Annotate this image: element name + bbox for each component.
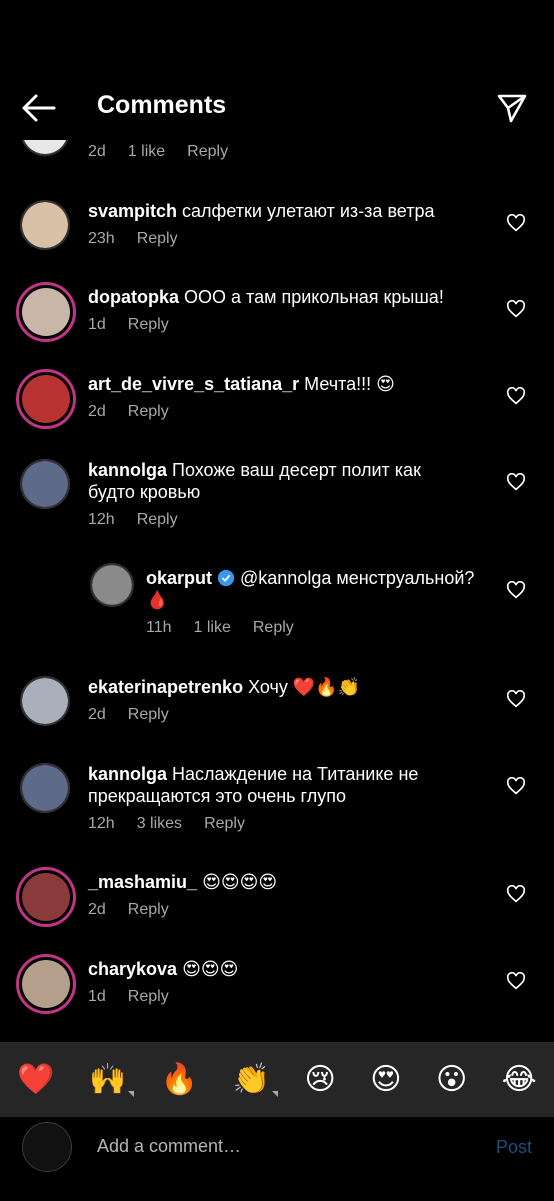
like-heart-icon[interactable]	[506, 690, 526, 708]
comment-username[interactable]: kannolga	[88, 460, 167, 480]
verified-badge-icon	[217, 569, 235, 587]
comment-meta: 2d Reply	[88, 901, 169, 919]
comment-text: _mashamiu_ 😍😍😍😍	[88, 871, 488, 893]
comment-time: 11h	[146, 619, 172, 636]
reply-button[interactable]: Reply	[128, 901, 169, 919]
comment-meta: 12h Reply	[88, 511, 178, 529]
comment-username[interactable]: charykova	[88, 959, 177, 979]
reply-button[interactable]: Reply	[137, 511, 178, 529]
comment-body: 😍😍😍😍	[202, 872, 278, 892]
reaction-fire[interactable]: 🔥	[161, 1062, 198, 1097]
comment-time: 1d	[88, 988, 106, 1005]
comment-time: 12h	[88, 511, 115, 528]
comment-body: Мечта!!! 😍	[304, 374, 395, 394]
comment-time: 2d	[88, 403, 106, 420]
comment-time: 2d	[88, 143, 106, 160]
avatar[interactable]	[20, 459, 70, 509]
reaction-laughing[interactable]: 😂	[502, 1062, 537, 1097]
reaction-surprised[interactable]: 😮	[436, 1062, 467, 1097]
reply-button[interactable]: Reply	[187, 143, 228, 161]
comment-text: charykova 😍😍😍	[88, 958, 488, 980]
like-heart-icon[interactable]	[506, 387, 526, 405]
comment-username[interactable]: svampitch	[88, 201, 177, 221]
reply-button[interactable]: Reply	[128, 403, 169, 421]
comment-composer: Add a comment… Post	[0, 1116, 554, 1201]
comments-list[interactable]: 2d 1 like Reply svampitch салфетки улетаю…	[0, 128, 554, 1042]
reply-button[interactable]: Reply	[253, 619, 294, 637]
comment-meta: 1d Reply	[88, 316, 169, 334]
comment-meta: 2d 1 like Reply	[88, 143, 228, 161]
comment-text: ekaterinapetrenko Хочу ❤️🔥👏	[88, 676, 488, 698]
reply-button[interactable]: Reply	[128, 988, 169, 1006]
comment-text: svampitch салфетки улетают из-за ветра	[88, 200, 488, 222]
comment-username[interactable]: dopatopka	[88, 287, 179, 307]
like-heart-icon[interactable]	[506, 214, 526, 232]
comment-username[interactable]: kannolga	[88, 764, 167, 784]
avatar[interactable]	[16, 954, 76, 1014]
comment-text: dopatopka ООО а там прикольная крыша!	[88, 286, 488, 308]
comment-time: 23h	[88, 230, 115, 247]
comment-meta: 2d Reply	[88, 706, 169, 724]
comment-body: 😍😍😍	[182, 959, 239, 979]
comment-username[interactable]: okarput	[146, 568, 212, 588]
comment-meta: 2d Reply	[88, 403, 169, 421]
comment-meta: 1d Reply	[88, 988, 169, 1006]
avatar[interactable]	[20, 200, 70, 250]
comment-body: Хочу ❤️🔥👏	[248, 677, 361, 697]
reply-button[interactable]: Reply	[128, 706, 169, 724]
like-heart-icon[interactable]	[506, 972, 526, 990]
reply-button[interactable]: Reply	[137, 230, 178, 248]
like-heart-icon[interactable]	[506, 885, 526, 903]
post-button[interactable]: Post	[496, 1137, 532, 1158]
reaction-raised-hands[interactable]: 🙌	[89, 1062, 135, 1097]
comment-time: 12h	[88, 815, 115, 832]
reply-button[interactable]: Reply	[204, 815, 245, 833]
quick-reactions-bar: ❤️ 🙌 🔥 👏 😢 😍 😮 😂	[0, 1042, 554, 1116]
send-icon[interactable]	[496, 92, 528, 124]
comment-likes[interactable]: 3 likes	[137, 815, 182, 833]
comment-text: kannolga Похоже ваш десерт полит как будт…	[88, 459, 468, 503]
comment-likes[interactable]: 1 like	[194, 619, 231, 637]
page-title: Comments	[97, 91, 227, 119]
avatar[interactable]	[20, 676, 70, 726]
comment-likes[interactable]: 1 like	[128, 143, 165, 161]
comment-time: 2d	[88, 901, 106, 918]
comment-text: kannolga Наслаждение на Титанике не прекр…	[88, 763, 468, 807]
header: Comments	[0, 0, 554, 140]
comment-meta: 23h Reply	[88, 230, 178, 248]
avatar[interactable]	[16, 867, 76, 927]
current-user-avatar	[22, 1122, 72, 1172]
comment-text: art_de_vivre_s_tatiana_r Мечта!!! 😍	[88, 373, 488, 395]
avatar[interactable]	[16, 369, 76, 429]
reaction-clapping-hands[interactable]: 👏	[233, 1062, 279, 1097]
avatar[interactable]	[90, 563, 134, 607]
comment-meta: 12h 3 likes Reply	[88, 815, 245, 833]
reaction-heart-eyes[interactable]: 😍	[370, 1062, 401, 1097]
comment-username[interactable]: ekaterinapetrenko	[88, 677, 243, 697]
comment-time: 1d	[88, 316, 106, 333]
reply-button[interactable]: Reply	[128, 316, 169, 334]
comment-username[interactable]: _mashamiu_	[88, 872, 197, 892]
reaction-crying[interactable]: 😢	[304, 1062, 335, 1097]
avatar[interactable]	[16, 282, 76, 342]
like-heart-icon[interactable]	[506, 581, 526, 599]
comment-input[interactable]: Add a comment…	[97, 1136, 241, 1157]
like-heart-icon[interactable]	[506, 777, 526, 795]
back-arrow-icon[interactable]	[20, 92, 56, 124]
like-heart-icon[interactable]	[506, 473, 526, 491]
avatar[interactable]	[20, 763, 70, 813]
reaction-heart[interactable]: ❤️	[17, 1062, 54, 1097]
comment-username[interactable]: art_de_vivre_s_tatiana_r	[88, 374, 299, 394]
comment-body: ООО а там прикольная крыша!	[184, 287, 444, 307]
comment-text: okarput @kannolga менструальной? 🩸	[146, 567, 496, 611]
comment-meta: 11h 1 like Reply	[146, 619, 294, 637]
comment-time: 2d	[88, 706, 106, 723]
like-heart-icon[interactable]	[506, 300, 526, 318]
comment-body: салфетки улетают из-за ветра	[182, 201, 435, 221]
